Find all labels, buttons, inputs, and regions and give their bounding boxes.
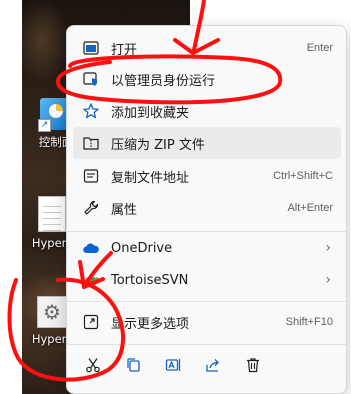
share-button[interactable] <box>193 350 233 380</box>
tortoise-icon <box>82 271 100 289</box>
cut-button[interactable] <box>73 350 113 380</box>
menu-item-shortcut: Shift+F10 <box>285 316 333 328</box>
cut-icon <box>86 358 100 373</box>
menu-item-label: 以管理员身份运行 <box>111 73 216 89</box>
menu-item-properties[interactable]: 属性 Alt+Enter <box>73 192 341 224</box>
menu-item-label: 添加到收藏夹 <box>111 105 190 121</box>
copy-icon <box>127 358 140 372</box>
rename-button[interactable] <box>153 350 193 380</box>
menu-item-label: TortoiseSVN <box>111 272 189 288</box>
menu-item-label: OneDrive <box>111 240 173 256</box>
menu-item-label: 打开 <box>111 42 138 58</box>
menu-item-run-as-admin[interactable]: 以管理员身份运行 <box>73 63 341 95</box>
menu-item-add-to-favorites[interactable]: 添加到收藏夹 <box>73 95 341 127</box>
menu-separator <box>67 301 346 302</box>
context-menu: 打开 Enter 以管理员身份运行 添加到收藏夹 压缩为 ZIP 文件 复制文件… <box>66 25 347 394</box>
menu-item-shortcut: Enter <box>306 42 333 54</box>
menu-item-copy-path[interactable]: 复制文件地址 Ctrl+Shift+C <box>73 160 341 192</box>
menu-item-compress-zip[interactable]: 压缩为 ZIP 文件 <box>73 127 341 159</box>
menu-item-tortoisesvn[interactable]: TortoiseSVN › <box>73 264 341 296</box>
settings-document-icon: ⚙ <box>37 296 67 328</box>
menu-item-shortcut: Ctrl+Shift+C <box>273 170 333 182</box>
menu-item-label: 显示更多选项 <box>111 316 190 332</box>
menu-item-onedrive[interactable]: OneDrive › <box>73 232 341 264</box>
shortcut-arrow-icon: ↗ <box>38 119 51 132</box>
menu-item-label: 复制文件地址 <box>111 170 190 186</box>
expand-icon <box>82 313 100 331</box>
menu-item-shortcut: Alt+Enter <box>287 202 333 214</box>
menu-separator <box>67 344 346 345</box>
shield-admin-icon <box>82 70 100 88</box>
copy-button[interactable] <box>113 350 153 380</box>
rename-icon <box>165 359 181 371</box>
menu-item-open[interactable]: 打开 Enter <box>73 32 341 64</box>
menu-action-bar <box>73 350 341 380</box>
share-icon <box>206 359 219 372</box>
delete-button[interactable] <box>233 350 273 380</box>
menu-item-label: 属性 <box>111 202 138 218</box>
delete-icon <box>247 358 259 373</box>
open-icon <box>82 39 100 57</box>
menu-item-show-more-options[interactable]: 显示更多选项 Shift+F10 <box>73 306 341 338</box>
chevron-right-icon: › <box>325 240 331 256</box>
menu-item-label: 压缩为 ZIP 文件 <box>111 137 205 153</box>
copy-path-icon <box>82 167 100 185</box>
document-icon <box>38 196 66 232</box>
chevron-right-icon: › <box>325 272 331 288</box>
wrench-icon <box>82 199 100 217</box>
star-icon <box>82 102 100 120</box>
cloud-icon <box>82 239 100 257</box>
zip-folder-icon <box>82 134 100 152</box>
